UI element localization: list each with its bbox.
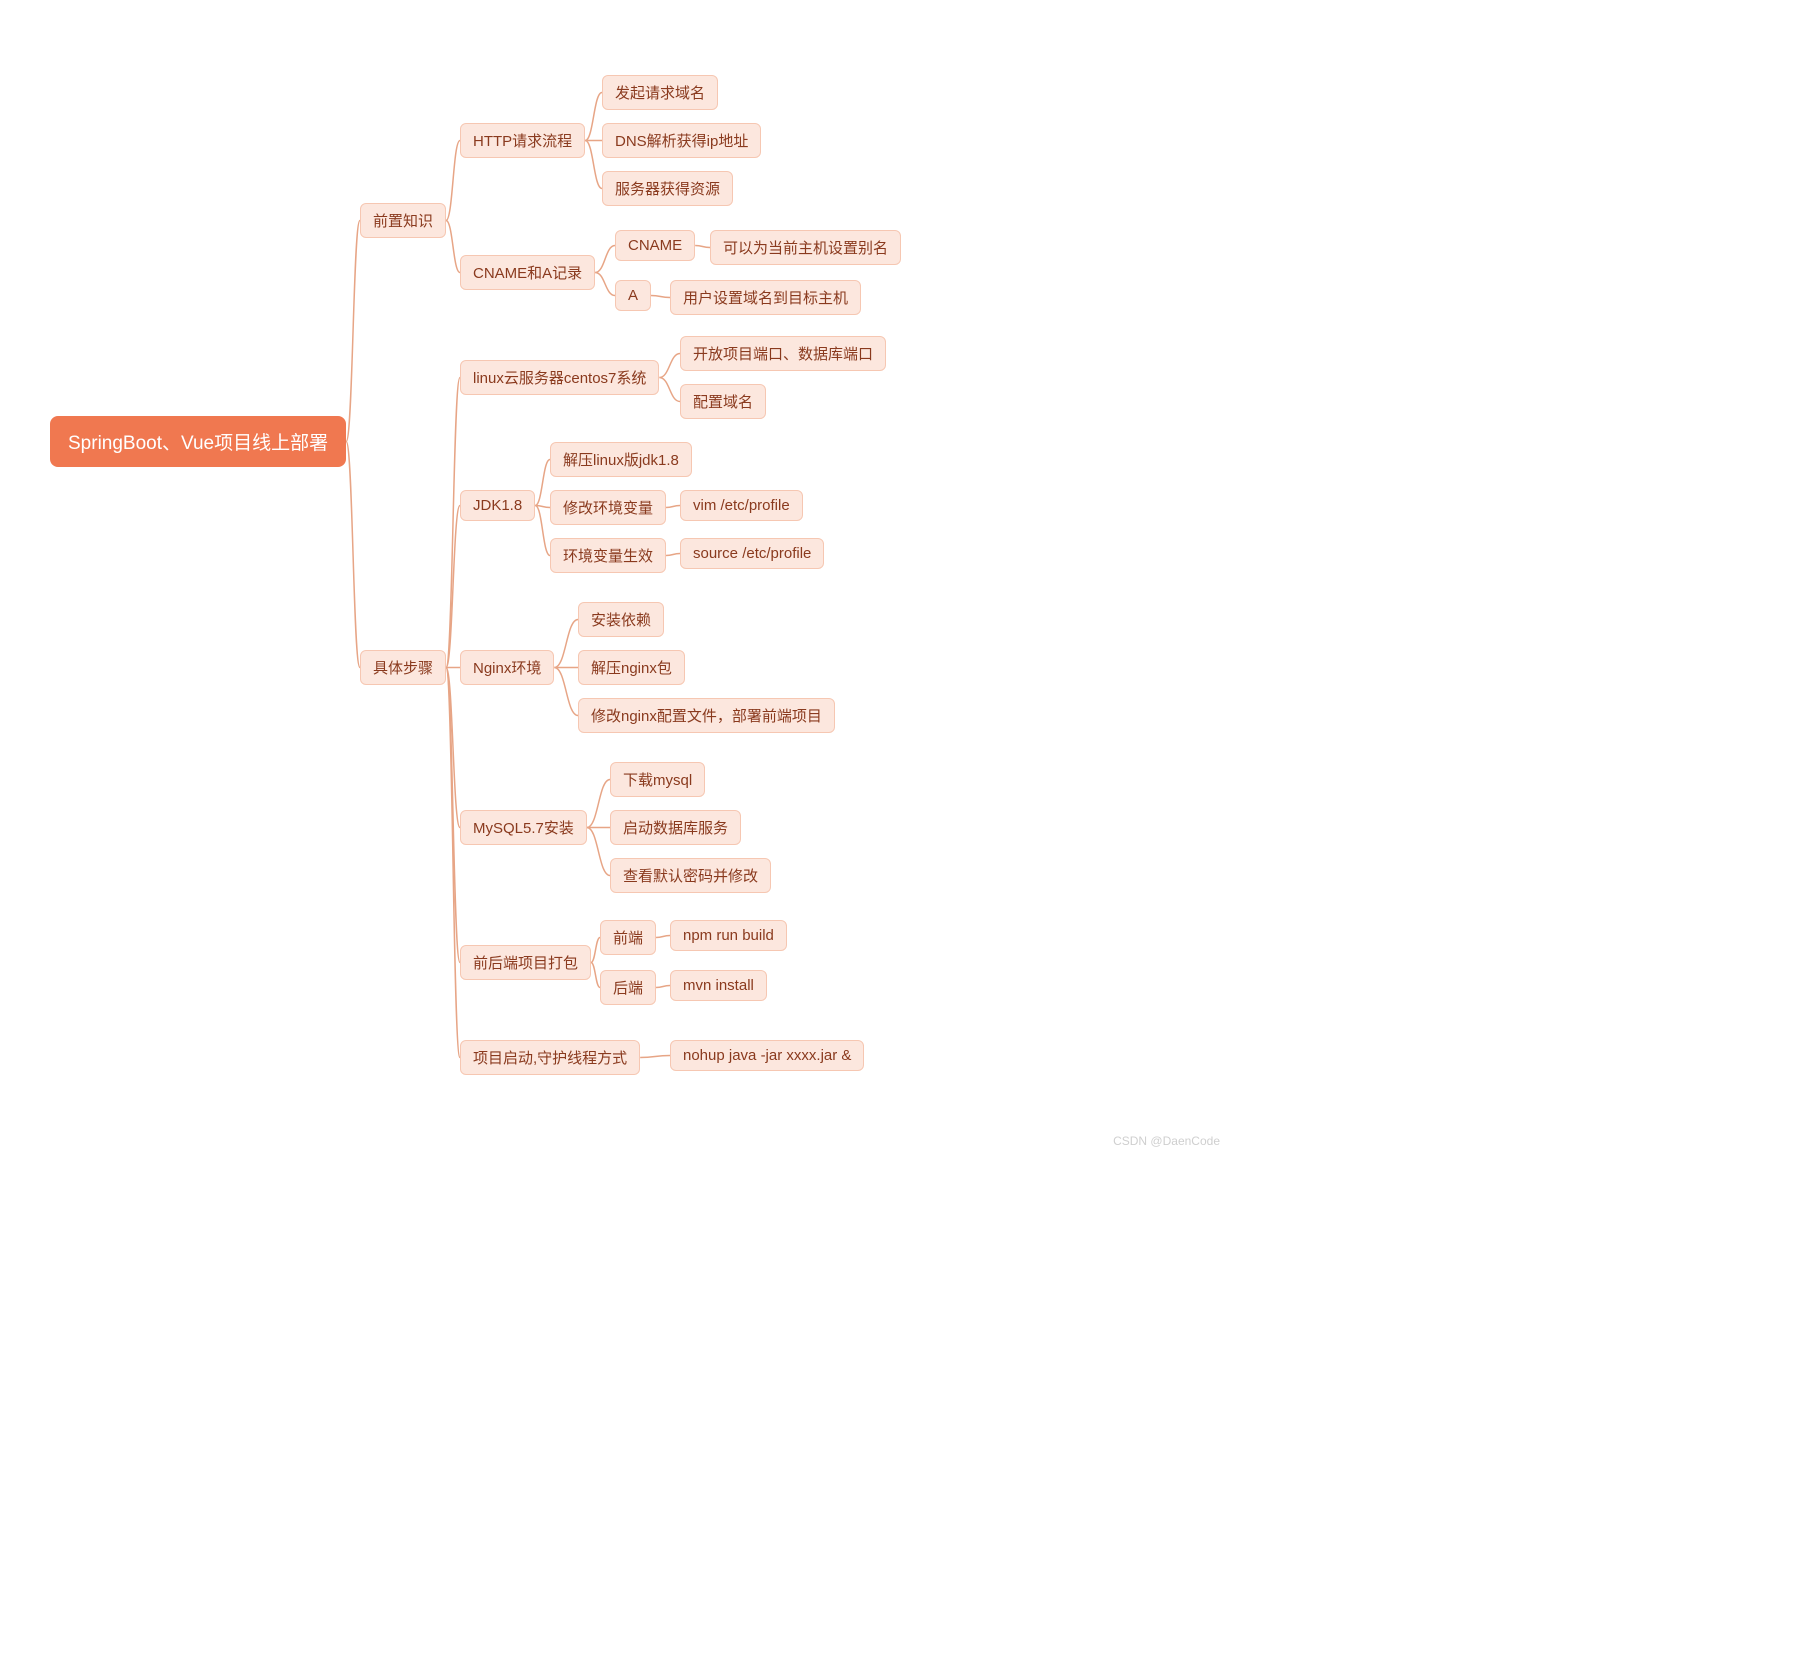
- node-launch-cmd: nohup java -jar xxxx.jar &: [670, 1040, 864, 1071]
- node-launch: 项目启动,守护线程方式: [460, 1040, 640, 1075]
- node-cname-desc: 可以为当前主机设置别名: [710, 230, 901, 265]
- node-mysql: MySQL5.7安装: [460, 810, 587, 845]
- node-mysql-start: 启动数据库服务: [610, 810, 741, 845]
- node-frontend: 前端: [600, 920, 656, 955]
- node-http-flow: HTTP请求流程: [460, 123, 585, 158]
- node-cname-a: CNAME和A记录: [460, 255, 595, 290]
- node-nginx-extract: 解压nginx包: [578, 650, 685, 685]
- node-mysql-pwd: 查看默认密码并修改: [610, 858, 771, 893]
- node-backend-cmd: mvn install: [670, 970, 767, 1001]
- node-linux: linux云服务器centos7系统: [460, 360, 659, 395]
- node-jdk-effect: 环境变量生效: [550, 538, 666, 573]
- node-cname-label: CNAME: [615, 230, 695, 261]
- node-http-dns: DNS解析获得ip地址: [602, 123, 761, 158]
- node-mysql-dl: 下载mysql: [610, 762, 705, 797]
- node-a-desc: 用户设置域名到目标主机: [670, 280, 861, 315]
- node-nginx-config: 修改nginx配置文件，部署前端项目: [578, 698, 835, 733]
- node-linux-domain: 配置域名: [680, 384, 766, 419]
- node-jdk-env: 修改环境变量: [550, 490, 666, 525]
- node-nginx: Nginx环境: [460, 650, 554, 685]
- node-package: 前后端项目打包: [460, 945, 591, 980]
- node-jdk-source: source /etc/profile: [680, 538, 824, 569]
- node-frontend-cmd: npm run build: [670, 920, 787, 951]
- root-node: SpringBoot、Vue项目线上部署: [50, 416, 346, 467]
- node-jdk-vim: vim /etc/profile: [680, 490, 803, 521]
- node-linux-port: 开放项目端口、数据库端口: [680, 336, 886, 371]
- mindmap-canvas: SpringBoot、Vue项目线上部署 前置知识 具体步骤 HTTP请求流程 …: [30, 30, 1230, 1150]
- node-backend: 后端: [600, 970, 656, 1005]
- watermark: CSDN @DaenCode: [1113, 1134, 1220, 1148]
- node-http-domain: 发起请求域名: [602, 75, 718, 110]
- node-a-label: A: [615, 280, 651, 311]
- node-steps: 具体步骤: [360, 650, 446, 685]
- node-jdk: JDK1.8: [460, 490, 535, 521]
- node-http-resource: 服务器获得资源: [602, 171, 733, 206]
- node-jdk-extract: 解压linux版jdk1.8: [550, 442, 692, 477]
- node-prerequisites: 前置知识: [360, 203, 446, 238]
- node-nginx-deps: 安装依赖: [578, 602, 664, 637]
